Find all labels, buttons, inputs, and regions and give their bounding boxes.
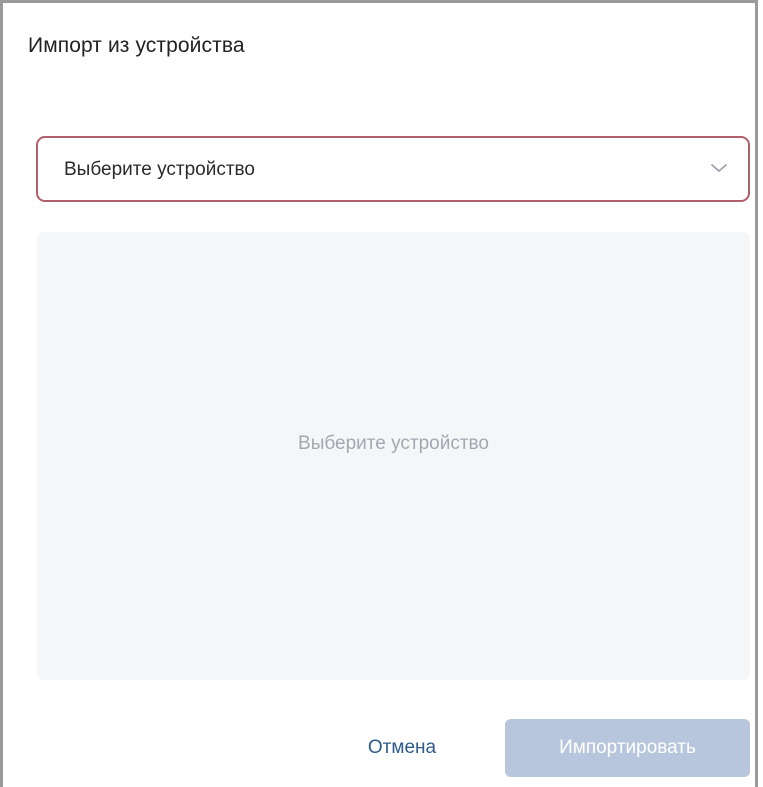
import-dialog: Импорт из устройства Выберите устройство… [0,0,758,787]
device-select[interactable]: Выберите устройство [36,136,750,202]
dialog-title: Импорт из устройства [28,34,245,57]
chevron-down-icon [711,164,727,172]
preview-placeholder: Выберите устройство [298,433,489,454]
preview-panel: Выберите устройство [37,232,750,680]
cancel-button[interactable]: Отмена [347,720,457,776]
device-select-value: Выберите устройство [64,159,255,180]
import-button[interactable]: Импортировать [505,719,750,777]
